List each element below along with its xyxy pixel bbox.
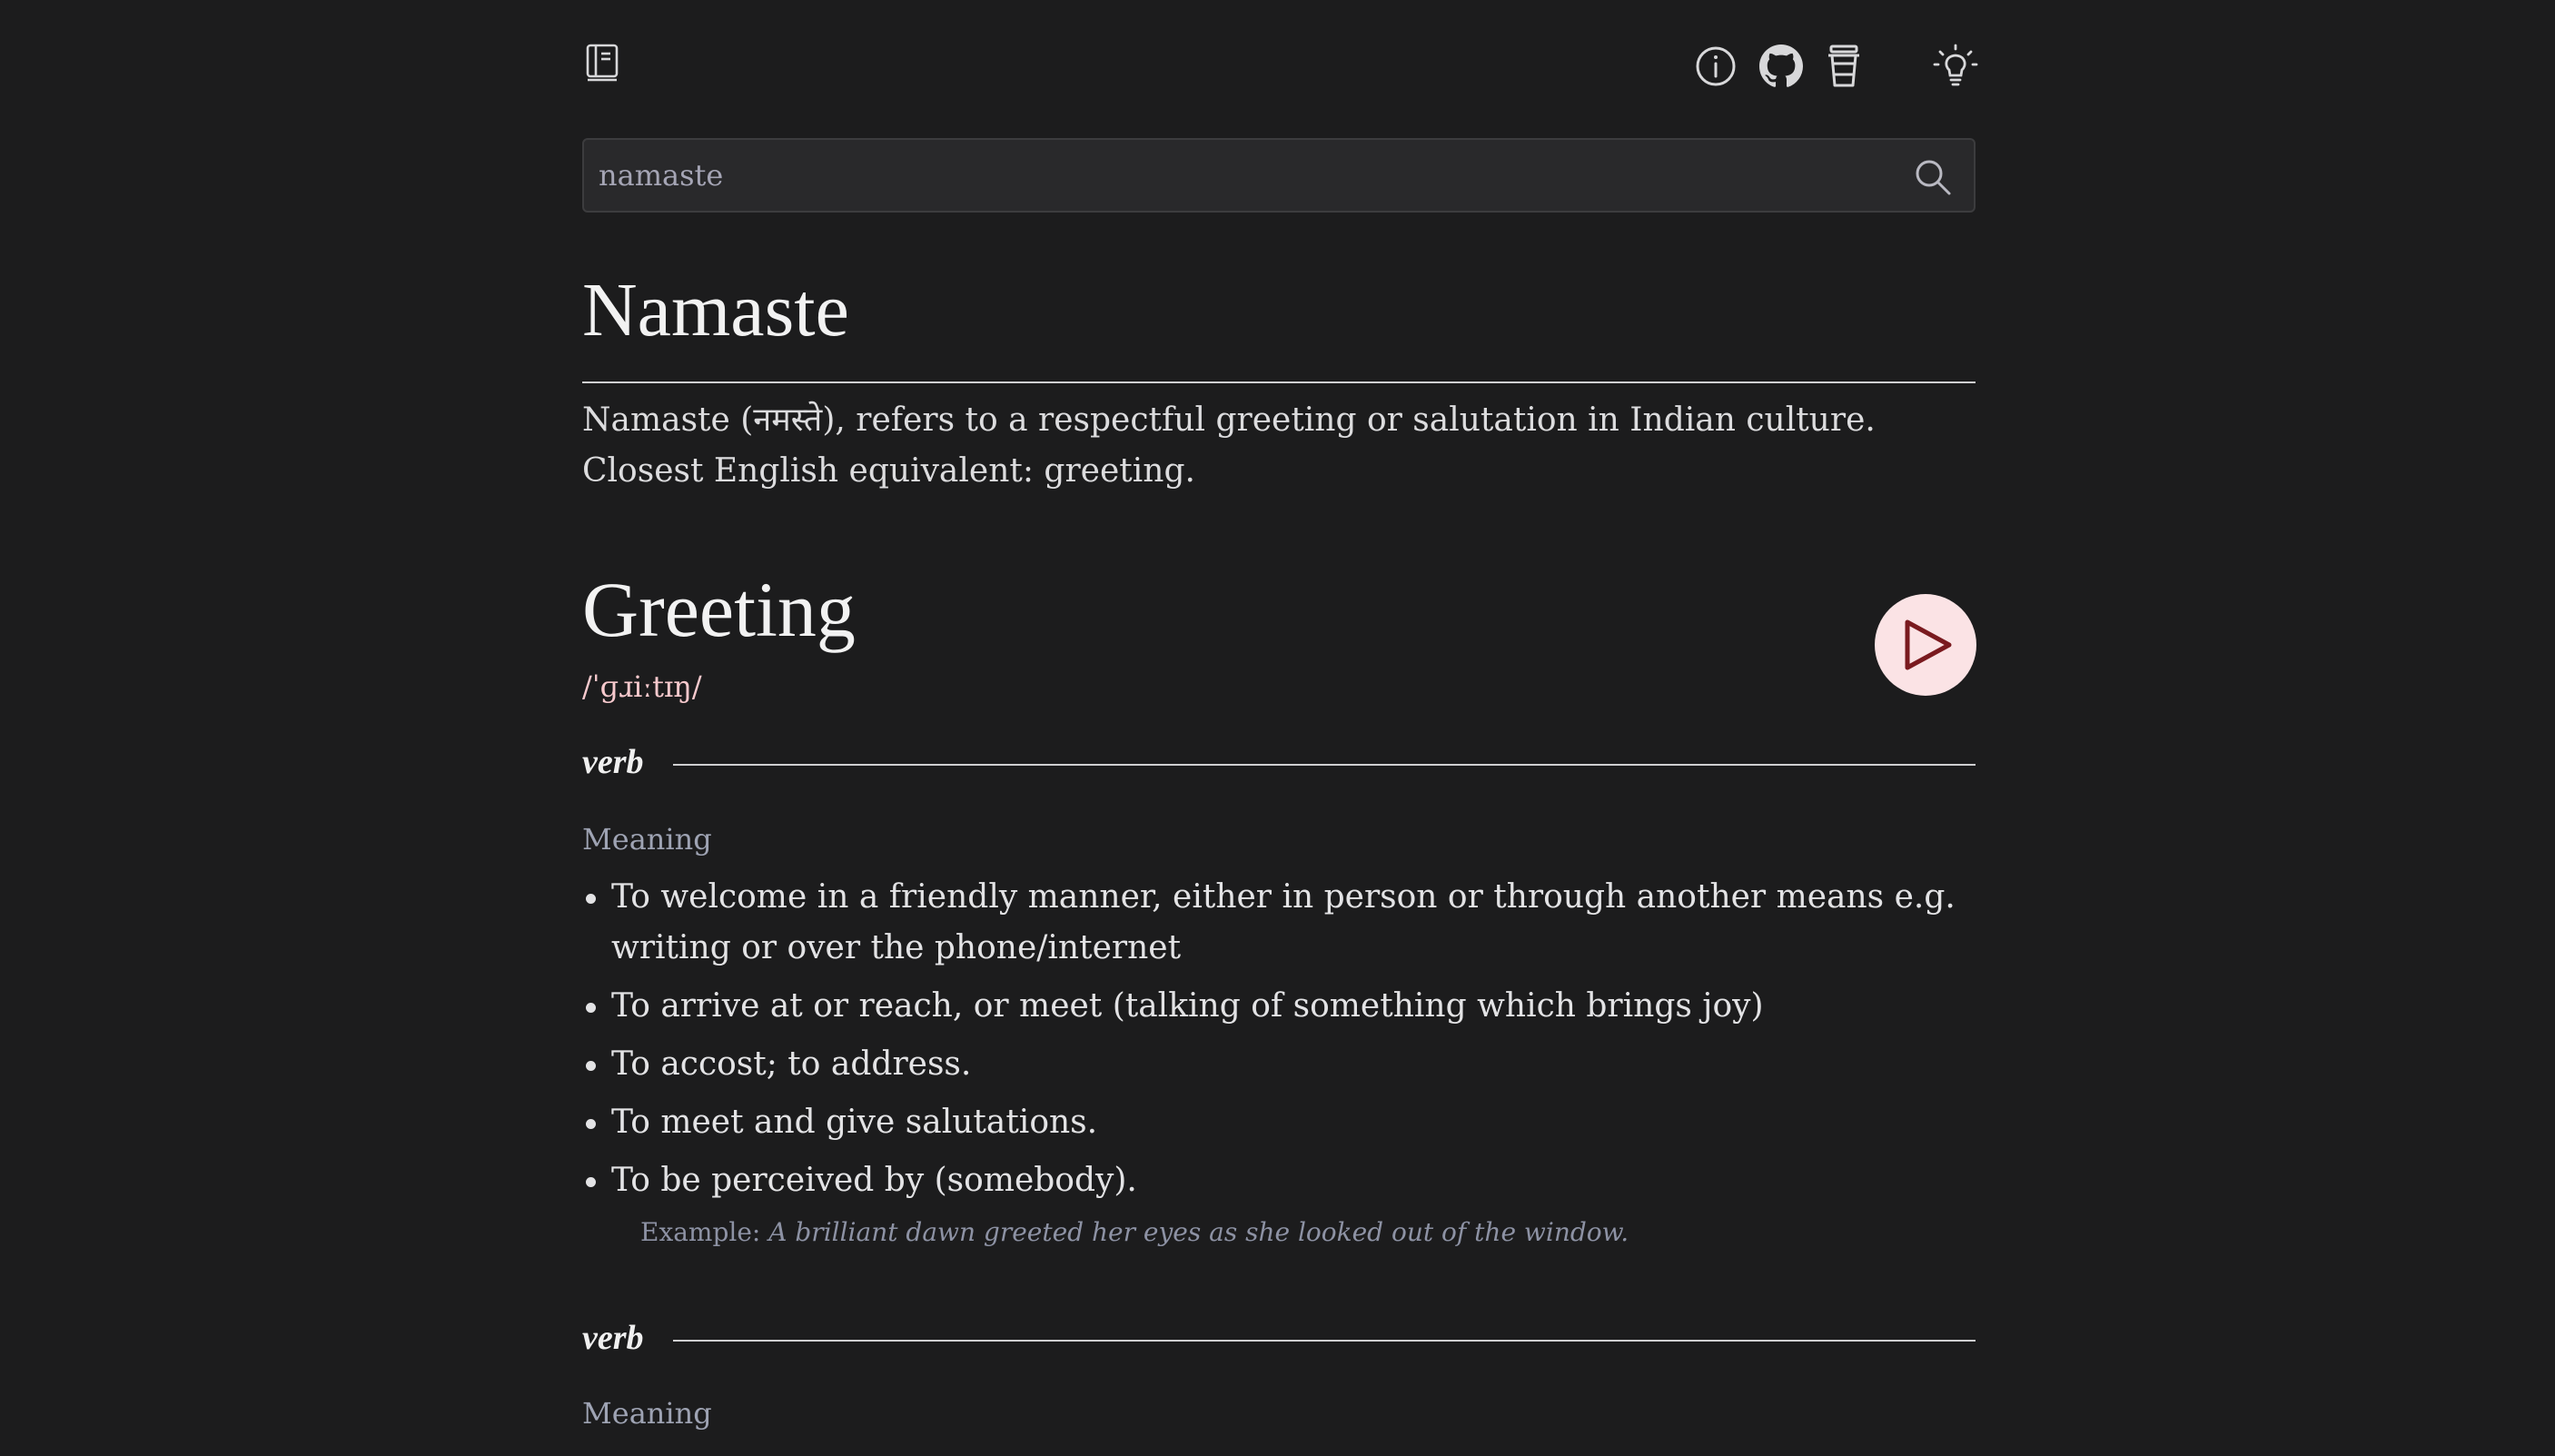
- headword: Greeting: [582, 566, 856, 653]
- example-text: A brilliant dawn greeted her eyes as she…: [768, 1217, 1629, 1247]
- coffee-cup-icon: [1828, 45, 1859, 87]
- example-label: Example:: [640, 1217, 761, 1247]
- search-input[interactable]: [599, 147, 1888, 203]
- definition-list: To welcome in a friendly manner, either …: [582, 872, 1976, 1213]
- dictionary-page: Namaste Namaste (नमस्ते), refers to a re…: [0, 0, 2555, 1456]
- play-icon: [1905, 619, 1952, 670]
- theme-toggle-button[interactable]: [1933, 43, 1978, 88]
- part-of-speech-label: verb: [582, 1319, 644, 1357]
- info-icon: [1696, 46, 1736, 86]
- phonetic-transcription: /ˈɡɹiːtɪŋ/: [582, 669, 702, 704]
- search-icon[interactable]: [1914, 158, 1952, 196]
- example-sentence: Example: A brilliant dawn greeted her ey…: [640, 1217, 1629, 1247]
- lightbulb-icon: [1933, 44, 1978, 86]
- definition-item: To be perceived by (somebody).: [582, 1155, 1976, 1206]
- github-icon: [1759, 45, 1803, 87]
- definition-item: To accost; to address.: [582, 1039, 1976, 1090]
- entry-title: Namaste: [582, 268, 849, 352]
- part-of-speech-header: verb: [582, 1320, 1976, 1356]
- search-bar: [582, 138, 1976, 213]
- part-of-speech-label: verb: [582, 743, 644, 781]
- meaning-label: Meaning: [582, 1396, 712, 1431]
- github-button[interactable]: [1759, 45, 1803, 88]
- entry-summary: Namaste (नमस्ते), refers to a respectful…: [582, 401, 1876, 490]
- info-button[interactable]: [1694, 45, 1738, 88]
- title-divider: [582, 381, 1976, 383]
- definition-item: To meet and give salutations.: [582, 1097, 1976, 1148]
- definition-item: To arrive at or reach, or meet (talking …: [582, 981, 1976, 1032]
- part-of-speech-header: verb: [582, 744, 1976, 780]
- book-icon[interactable]: [583, 42, 623, 82]
- definition-item: To welcome in a friendly manner, either …: [582, 872, 1976, 974]
- meaning-label: Meaning: [582, 822, 712, 857]
- play-pronunciation-button[interactable]: [1875, 594, 1976, 696]
- buy-me-a-coffee-button[interactable]: [1822, 44, 1866, 89]
- part-of-speech-divider: [673, 1340, 1976, 1342]
- part-of-speech-divider: [673, 764, 1976, 766]
